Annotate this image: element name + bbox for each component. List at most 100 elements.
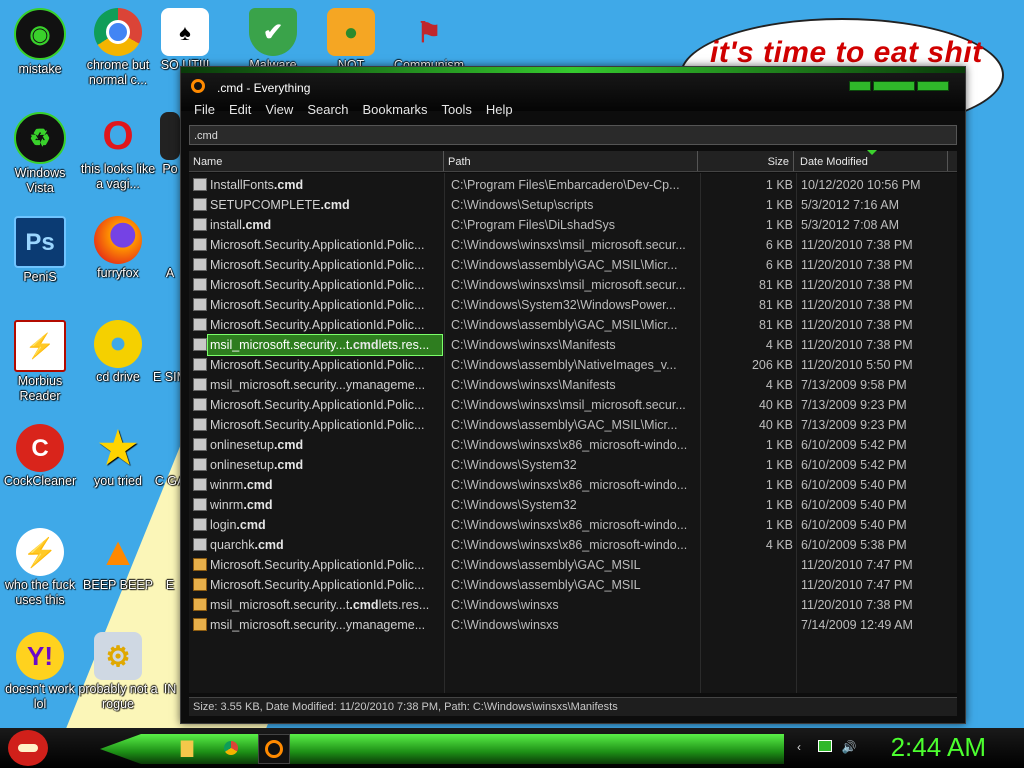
desktop-icon-solitaire[interactable]: ♠ SO UTIII [150,8,220,73]
table-row[interactable]: Microsoft.Security.ApplicationId.Polic..… [189,575,957,595]
app-icon [160,216,180,264]
row-path: C:\Windows\winsxs\msil_microsoft.secur..… [451,398,686,412]
clock[interactable]: 2:44 AM [891,732,986,763]
row-path: C:\Windows\assembly\GAC_MSIL [451,578,641,592]
desktop-icon-beep-beep[interactable]: ▲ BEEP BEEP [78,528,158,593]
file-icon [193,378,207,391]
file-icon [193,218,207,231]
menu-edit[interactable]: Edit [222,99,258,121]
row-path: C:\Windows\assembly\GAC_MSIL\Micr... [451,318,678,332]
table-row[interactable]: msil_microsoft.security...t.cmdlets.res.… [189,595,957,615]
menu-tools[interactable]: Tools [435,99,479,121]
desktop-icon-malware[interactable]: ✔ Malware [233,8,313,73]
menu-file[interactable]: File [187,99,222,121]
row-name: onlinesetup.cmd [210,435,442,455]
row-date: 11/20/2010 7:38 PM [801,278,913,292]
table-row[interactable]: Microsoft.Security.ApplicationId.Polic..… [189,295,957,315]
table-row[interactable]: msil_microsoft.security...ymanageme... C:… [189,375,957,395]
maximize-button[interactable] [873,81,915,91]
desktop-icon-penis[interactable]: Ps PeniS [0,216,80,285]
table-row[interactable]: msil_microsoft.security...ymanageme... C:… [189,615,957,635]
table-row[interactable]: login.cmd C:\Windows\winsxs\x86_microsoft… [189,515,957,535]
table-row[interactable]: onlinesetup.cmd C:\Windows\System32 1 KB 6/… [189,455,957,475]
desktop-icon-mistake[interactable]: ◉ mistake [0,8,80,77]
row-name: Microsoft.Security.ApplicationId.Polic..… [210,355,442,375]
menu-search[interactable]: Search [300,99,355,121]
row-name-match: .cmd [320,198,350,212]
recycle-bin-icon: ♻ [14,112,66,164]
search-input[interactable]: .cmd [189,125,957,145]
row-name-text: msil_microsoft.security...t [210,598,350,612]
file-icon [193,398,207,411]
minimize-button[interactable] [849,81,871,91]
chrome-taskbar-icon[interactable] [216,734,246,762]
table-row[interactable]: Microsoft.Security.ApplicationId.Polic..… [189,235,957,255]
table-row[interactable]: Microsoft.Security.ApplicationId.Polic..… [189,255,957,275]
table-row[interactable]: winrm.cmd C:\Windows\System32 1 KB 6/10/200… [189,495,957,515]
table-row[interactable]: onlinesetup.cmd C:\Windows\winsxs\x86_mic… [189,435,957,455]
menu-bookmarks[interactable]: Bookmarks [356,99,435,121]
table-row[interactable]: winrm.cmd C:\Windows\winsxs\x86_microsoft… [189,475,957,495]
table-row[interactable]: Microsoft.Security.ApplicationId.Polic..… [189,275,957,295]
table-row[interactable]: Microsoft.Security.ApplicationId.Polic..… [189,415,957,435]
everything-window[interactable]: .cmd - Everything File Edit View Search … [180,66,966,724]
desktop-icon-probably-not-a-rogue[interactable]: ⚙ probably not a rogue [78,632,158,712]
desktop-icon-communism[interactable]: ⚑ Communism [389,8,469,73]
desktop-icon-morbius-reader[interactable]: ⚡ Morbius Reader [0,320,80,404]
explorer-folder-icon[interactable]: ▇ [172,734,202,762]
file-icon [193,418,207,431]
close-button[interactable] [917,81,949,91]
title-bar[interactable]: .cmd - Everything File Edit View Search … [181,67,965,117]
desktop-icon-you-tried[interactable]: ★ you tried [78,424,158,489]
row-size: 1 KB [765,498,793,512]
desktop-icon-opera[interactable]: O this looks like a vagi... [78,112,158,192]
row-size: 6 KB [765,258,793,272]
column-path[interactable]: Path [444,151,698,171]
column-name[interactable]: Name [189,151,444,171]
desktop-icon-doesnt-work[interactable]: Y! doesn't work lol [0,632,80,712]
volume-icon[interactable]: 🔊 [842,740,857,754]
network-icon[interactable] [818,740,832,752]
desktop-icon-not[interactable]: ● NOT [311,8,391,73]
results-list[interactable]: InstallFonts.cmd C:\Program Files\Embarca… [189,173,957,693]
table-row[interactable]: Microsoft.Security.ApplicationId.Polic..… [189,315,957,335]
row-date: 11/20/2010 7:38 PM [801,338,913,352]
row-name: SETUPCOMPLETE.cmd [210,195,442,215]
desktop-icon-who-uses-this[interactable]: ⚡ who the fuck uses this [0,528,80,608]
desktop-icon-windows-vista[interactable]: ♻ Windows Vista [0,112,80,196]
table-row[interactable]: InstallFonts.cmd C:\Program Files\Embarca… [189,175,957,195]
start-button[interactable] [8,730,48,766]
menu-help[interactable]: Help [479,99,520,121]
row-name-match: .cmd [349,598,379,612]
folder-icon [193,618,207,631]
table-row[interactable]: install.cmd C:\Program Files\DiLshadSys 1 … [189,215,957,235]
desktop-icon-cd-drive[interactable]: cd drive [78,320,158,385]
arrow-tray-icon[interactable]: ‹ [792,740,806,754]
window-title: .cmd - Everything [217,81,311,95]
everything-taskbar-icon[interactable] [258,734,290,764]
desktop-icon-label: mistake [18,62,62,76]
pdf-reader-icon: ⚡ [14,320,66,372]
folder-icon [193,558,207,571]
row-path: C:\Program Files\Embarcadero\Dev-Cp... [451,178,680,192]
menu-view[interactable]: View [258,99,300,121]
desktop-icon-chrome[interactable]: chrome but normal c... [78,8,158,88]
row-size: 4 KB [765,538,793,552]
table-row[interactable]: msil_microsoft.security...t.cmdlets.res.… [189,334,957,356]
desktop-icon-furryfox[interactable]: furryfox [78,216,158,281]
row-name: winrm.cmd [210,475,442,495]
table-row[interactable]: SETUPCOMPLETE.cmd C:\Windows\Setup\script… [189,195,957,215]
column-size[interactable]: Size [700,151,794,171]
table-row[interactable]: Microsoft.Security.ApplicationId.Polic..… [189,395,957,415]
row-name: Microsoft.Security.ApplicationId.Polic..… [210,255,442,275]
table-row[interactable]: Microsoft.Security.ApplicationId.Polic..… [189,355,957,375]
desktop-icon-cockcleaner[interactable]: C CockCleaner [0,424,80,489]
app-icon [160,424,180,472]
speech-bubble-text: it's time to eat shit [710,36,983,69]
table-row[interactable]: quarchk.cmd C:\Windows\winsxs\x86_microso… [189,535,957,555]
row-name: install.cmd [210,215,442,235]
row-name: Microsoft.Security.ApplicationId.Polic..… [210,275,442,295]
desktop-icon-label: Windows Vista [14,166,66,195]
desktop-icon-label: furryfox [97,266,139,280]
table-row[interactable]: Microsoft.Security.ApplicationId.Polic..… [189,555,957,575]
